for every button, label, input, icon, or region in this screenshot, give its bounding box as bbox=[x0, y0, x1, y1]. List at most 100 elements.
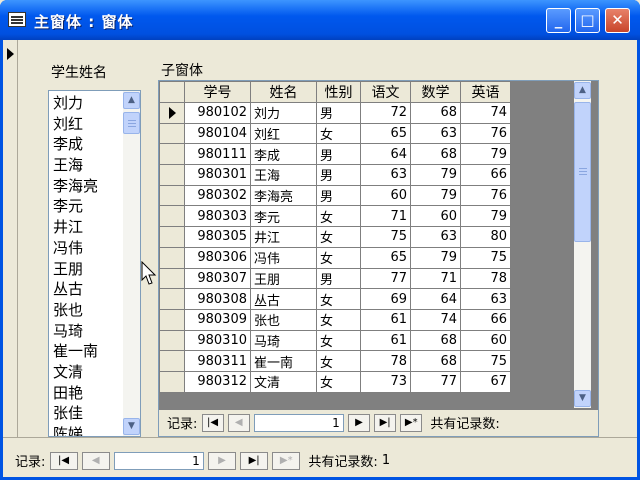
record-selector[interactable] bbox=[159, 308, 185, 331]
table-row[interactable]: 980310 马琦女 61 68 60 bbox=[159, 329, 511, 352]
record-selector[interactable] bbox=[159, 102, 185, 124]
record-selector[interactable] bbox=[159, 246, 185, 269]
table-row[interactable]: 980308 丛古女 69 64 63 bbox=[159, 288, 511, 310]
table-cell[interactable]: 女 bbox=[316, 288, 361, 310]
list-item[interactable]: 田艳 bbox=[53, 383, 98, 404]
table-cell[interactable]: 63 bbox=[410, 122, 461, 145]
list-item[interactable]: 王海 bbox=[53, 155, 98, 176]
list-item[interactable]: 张佳 bbox=[53, 403, 98, 424]
list-item[interactable]: 王朋 bbox=[53, 259, 98, 280]
table-cell[interactable]: 980311 bbox=[184, 350, 251, 372]
table-cell[interactable]: 77 bbox=[410, 370, 461, 393]
record-selector[interactable] bbox=[159, 164, 185, 186]
first-record-icon[interactable]: |◀ bbox=[201, 413, 224, 432]
table-cell[interactable]: 65 bbox=[360, 246, 411, 269]
table-cell[interactable]: 980303 bbox=[184, 205, 251, 228]
table-cell[interactable]: 64 bbox=[360, 143, 411, 166]
table-cell[interactable]: 65 bbox=[360, 122, 411, 145]
table-cell[interactable]: 63 bbox=[360, 164, 411, 186]
table-cell[interactable]: 76 bbox=[460, 122, 511, 145]
table-cell[interactable]: 冯伟 bbox=[250, 246, 317, 269]
table-row[interactable]: 980102 刘力男 72 68 74 bbox=[159, 102, 511, 124]
table-cell[interactable]: 75 bbox=[360, 226, 411, 248]
table-cell[interactable]: 63 bbox=[410, 226, 461, 248]
table-row[interactable]: 980301 王海男 63 79 66 bbox=[159, 164, 511, 186]
list-item[interactable]: 陈娣 bbox=[53, 424, 98, 436]
table-cell[interactable]: 刘力 bbox=[250, 102, 317, 124]
table-row[interactable]: 980305 井江女 75 63 80 bbox=[159, 226, 511, 248]
table-cell[interactable]: 68 bbox=[410, 329, 461, 352]
table-cell[interactable]: 78 bbox=[460, 267, 511, 290]
table-cell[interactable]: 980111 bbox=[184, 143, 251, 166]
table-cell[interactable]: 75 bbox=[460, 350, 511, 372]
table-cell[interactable]: 980307 bbox=[184, 267, 251, 290]
table-cell[interactable]: 66 bbox=[460, 164, 511, 186]
last-record-icon[interactable]: ▶| bbox=[240, 451, 269, 470]
table-cell[interactable]: 张也 bbox=[250, 308, 317, 331]
record-selector[interactable] bbox=[159, 329, 185, 352]
table-cell[interactable]: 72 bbox=[360, 102, 411, 124]
table-cell[interactable]: 980306 bbox=[184, 246, 251, 269]
table-cell[interactable]: 980308 bbox=[184, 288, 251, 310]
table-cell[interactable]: 男 bbox=[316, 102, 361, 124]
list-item[interactable]: 李海亮 bbox=[53, 176, 98, 197]
table-row[interactable]: 980307 王朋男 77 71 78 bbox=[159, 267, 511, 290]
table-cell[interactable]: 980309 bbox=[184, 308, 251, 331]
table-cell[interactable]: 68 bbox=[410, 143, 461, 166]
table-row[interactable]: 980104 刘红女 65 63 76 bbox=[159, 122, 511, 145]
table-cell[interactable]: 980305 bbox=[184, 226, 251, 248]
title-bar[interactable]: 主窗体 : 窗体 _ □ ✕ bbox=[0, 0, 640, 40]
table-cell[interactable]: 60 bbox=[410, 205, 461, 228]
table-cell[interactable]: 男 bbox=[316, 184, 361, 207]
table-cell[interactable]: 女 bbox=[316, 246, 361, 269]
table-cell[interactable]: 66 bbox=[460, 308, 511, 331]
table-cell[interactable]: 79 bbox=[460, 143, 511, 166]
table-row[interactable]: 980302 李海亮男 60 79 76 bbox=[159, 184, 511, 207]
table-cell[interactable]: 79 bbox=[460, 205, 511, 228]
list-item[interactable]: 刘力 bbox=[53, 93, 98, 114]
scroll-thumb[interactable] bbox=[574, 102, 591, 242]
table-cell[interactable]: 71 bbox=[360, 205, 411, 228]
table-cell[interactable]: 女 bbox=[316, 329, 361, 352]
list-item[interactable]: 李成 bbox=[53, 134, 98, 155]
table-cell[interactable]: 79 bbox=[410, 246, 461, 269]
table-cell[interactable]: 63 bbox=[460, 288, 511, 310]
table-cell[interactable]: 79 bbox=[410, 184, 461, 207]
table-cell[interactable]: 崔一南 bbox=[250, 350, 317, 372]
table-cell[interactable]: 井江 bbox=[250, 226, 317, 248]
scroll-down-icon[interactable]: ▼ bbox=[123, 418, 140, 435]
scroll-thumb[interactable] bbox=[123, 112, 140, 134]
column-header[interactable]: 学号 bbox=[184, 81, 251, 103]
column-header[interactable]: 数学 bbox=[410, 81, 461, 103]
close-button[interactable]: ✕ bbox=[605, 8, 630, 33]
record-number-field[interactable]: 1 bbox=[113, 451, 204, 470]
table-row[interactable]: 980306 冯伟女 65 79 75 bbox=[159, 246, 511, 269]
list-item[interactable]: 马琦 bbox=[53, 321, 98, 342]
new-record-icon[interactable]: ▶* bbox=[400, 413, 423, 432]
record-selector[interactable] bbox=[159, 205, 185, 228]
table-cell[interactable]: 女 bbox=[316, 205, 361, 228]
table-cell[interactable]: 李元 bbox=[250, 205, 317, 228]
table-cell[interactable]: 刘红 bbox=[250, 122, 317, 145]
next-record-icon[interactable]: ▶ bbox=[207, 451, 236, 470]
table-cell[interactable]: 68 bbox=[410, 350, 461, 372]
table-cell[interactable]: 女 bbox=[316, 122, 361, 145]
select-all-corner[interactable] bbox=[159, 81, 185, 103]
list-item[interactable]: 文清 bbox=[53, 362, 98, 383]
table-cell[interactable]: 77 bbox=[360, 267, 411, 290]
previous-record-icon[interactable]: ◀ bbox=[81, 451, 110, 470]
table-row[interactable]: 980312 文清女 73 77 67 bbox=[159, 370, 511, 393]
record-number-field[interactable]: 1 bbox=[253, 413, 344, 432]
table-cell[interactable]: 74 bbox=[460, 102, 511, 124]
table-cell[interactable]: 78 bbox=[360, 350, 411, 372]
subform-datasheet[interactable]: 学号 姓名 性别 语文 数学 英语 980102 刘力男 72 68 74 980104 刘… bbox=[158, 80, 599, 437]
maximize-button[interactable]: □ bbox=[575, 8, 600, 33]
list-item[interactable]: 张也 bbox=[53, 300, 98, 321]
list-item[interactable]: 刘红 bbox=[53, 114, 98, 135]
datasheet-scrollbar[interactable]: ▲ ▼ bbox=[574, 81, 591, 408]
new-record-icon[interactable]: ▶* bbox=[272, 451, 301, 470]
scroll-up-icon[interactable]: ▲ bbox=[574, 82, 591, 99]
table-cell[interactable]: 女 bbox=[316, 226, 361, 248]
table-cell[interactable]: 980301 bbox=[184, 164, 251, 186]
table-cell[interactable]: 68 bbox=[410, 102, 461, 124]
